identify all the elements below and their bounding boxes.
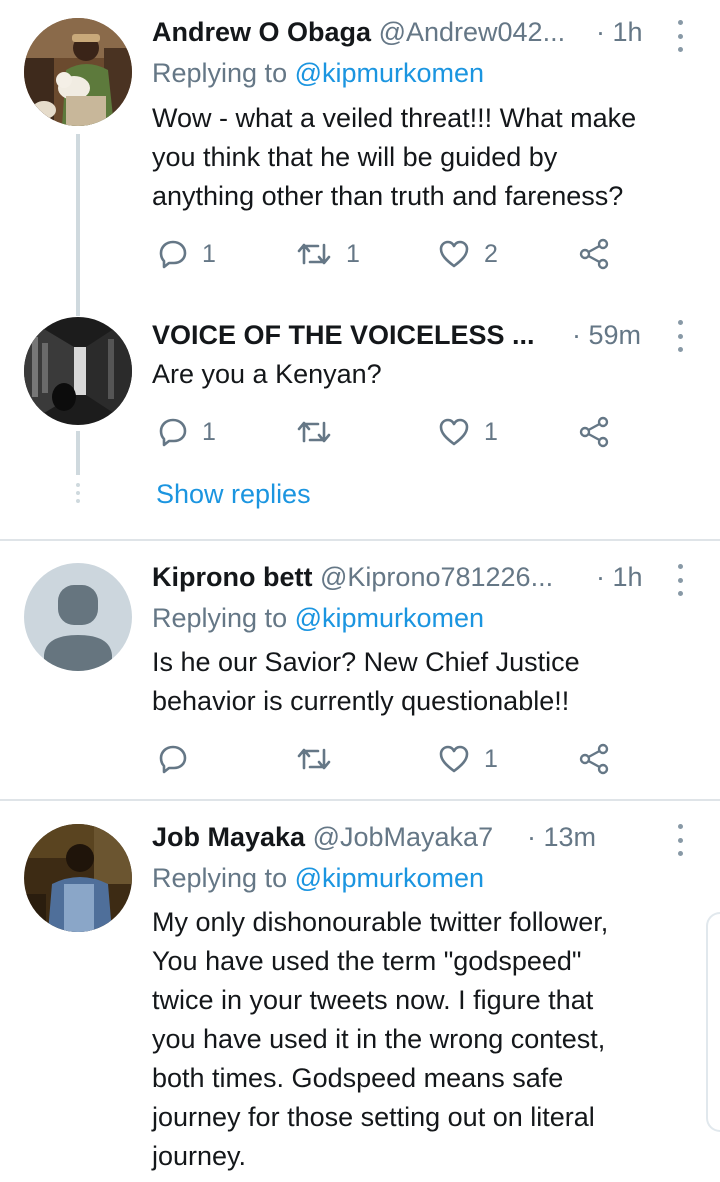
thread-line bbox=[76, 300, 80, 316]
like-count: 1 bbox=[484, 417, 498, 446]
thread-dot bbox=[76, 491, 80, 495]
reply-button[interactable] bbox=[158, 739, 202, 779]
share-button[interactable] bbox=[578, 739, 610, 779]
like-button[interactable]: 1 bbox=[438, 739, 498, 779]
retweet-icon bbox=[297, 748, 331, 770]
replying-to-label: Replying to bbox=[152, 58, 288, 88]
reply-icon bbox=[159, 745, 187, 774]
tweet-actions: 1 1 bbox=[152, 412, 632, 452]
like-count: 1 bbox=[484, 744, 498, 773]
tweet-actions: 1 1 2 bbox=[152, 234, 632, 274]
mention-link[interactable]: @kipmurkomen bbox=[295, 863, 484, 893]
tweet-time[interactable]: · 13m bbox=[527, 817, 596, 857]
reply-button[interactable]: 1 bbox=[158, 234, 216, 274]
thread-dot bbox=[76, 499, 80, 503]
show-replies-link[interactable]: Show replies bbox=[156, 474, 311, 514]
tweet-header: Kiprono bett @Kiprono781226... bbox=[152, 557, 582, 597]
like-count: 2 bbox=[484, 239, 498, 268]
tweet-header: Job Mayaka @JobMayaka7 bbox=[152, 817, 542, 857]
reply-icon bbox=[159, 418, 187, 447]
mention-link[interactable]: @kipmurkomen bbox=[295, 603, 484, 633]
thread-line bbox=[76, 431, 80, 475]
heart-icon bbox=[439, 240, 469, 268]
avatar[interactable] bbox=[24, 317, 132, 425]
author-handle[interactable]: @Andrew042... bbox=[379, 17, 566, 47]
share-icon bbox=[579, 416, 609, 448]
mention-link[interactable]: @kipmurkomen bbox=[295, 58, 484, 88]
replying-to: Replying to @kipmurkomen bbox=[152, 53, 484, 93]
author-name[interactable]: Andrew O Obaga bbox=[152, 17, 371, 47]
heart-icon bbox=[439, 418, 469, 446]
share-button[interactable] bbox=[578, 412, 610, 452]
more-vertical-icon[interactable] bbox=[674, 320, 686, 352]
author-name[interactable]: Kiprono bett bbox=[152, 562, 312, 592]
share-icon bbox=[579, 238, 609, 270]
replying-to-label: Replying to bbox=[152, 603, 288, 633]
tweet-text: Are you a Kenyan? bbox=[152, 359, 382, 389]
share-icon bbox=[579, 743, 609, 775]
heart-icon bbox=[439, 745, 469, 773]
thread-line bbox=[76, 134, 80, 312]
retweet-button[interactable]: 1 bbox=[296, 234, 360, 274]
reply-count: 1 bbox=[202, 417, 216, 446]
author-handle[interactable]: @Kiprono781226... bbox=[320, 562, 553, 592]
share-button[interactable] bbox=[578, 234, 610, 274]
reply-icon bbox=[159, 240, 187, 269]
floating-card-edge bbox=[706, 912, 720, 1132]
more-vertical-icon[interactable] bbox=[674, 564, 686, 596]
tweet-actions: 1 bbox=[152, 739, 632, 779]
tweet-time[interactable]: · 1h bbox=[596, 557, 643, 597]
tweet-time[interactable]: · 59m bbox=[572, 315, 641, 355]
tweet-text: Wow - what a veiled threat!!! What make … bbox=[152, 103, 637, 211]
like-button[interactable]: 1 bbox=[438, 412, 498, 452]
retweet-icon bbox=[297, 421, 331, 443]
more-vertical-icon[interactable] bbox=[674, 20, 686, 52]
author-handle[interactable]: @JobMayaka7 bbox=[313, 822, 494, 852]
more-vertical-icon[interactable] bbox=[674, 824, 686, 856]
tweet-kiprono[interactable]: Kiprono bett @Kiprono781226... · 1h Repl… bbox=[0, 541, 720, 799]
reply-count: 1 bbox=[202, 239, 216, 268]
retweet-button[interactable] bbox=[296, 412, 346, 452]
avatar[interactable] bbox=[24, 563, 132, 671]
tweet-voice-of-the-voiceless[interactable]: VOICE OF THE VOICELESS ... · 59m Are you… bbox=[0, 300, 720, 540]
tweet-header: Andrew O Obaga @Andrew042... bbox=[152, 12, 582, 52]
author-name[interactable]: VOICE OF THE VOICELESS ... bbox=[152, 320, 535, 350]
retweet-count: 1 bbox=[346, 239, 360, 268]
replying-to: Replying to @kipmurkomen bbox=[152, 598, 484, 638]
like-button[interactable]: 2 bbox=[438, 234, 498, 274]
retweet-icon bbox=[297, 243, 331, 265]
author-name[interactable]: Job Mayaka bbox=[152, 822, 305, 852]
thread-dot bbox=[76, 483, 80, 487]
avatar[interactable] bbox=[24, 824, 132, 932]
avatar[interactable] bbox=[24, 18, 132, 126]
reply-button[interactable]: 1 bbox=[158, 412, 216, 452]
retweet-button[interactable] bbox=[296, 739, 346, 779]
tweet-job-mayaka[interactable]: Job Mayaka @JobMayaka7 · 13m Replying to… bbox=[0, 801, 720, 1182]
replying-to-label: Replying to bbox=[152, 863, 288, 893]
tweet-time[interactable]: · 1h bbox=[596, 12, 643, 52]
replying-to: Replying to @kipmurkomen bbox=[152, 858, 484, 898]
tweet-text: Is he our Savior? New Chief Justice beha… bbox=[152, 647, 580, 716]
tweet-andrew[interactable]: Andrew O Obaga @Andrew042... · 1h Replyi… bbox=[0, 0, 720, 312]
tweet-text: My only dishonourable twitter follower, … bbox=[152, 907, 609, 1171]
tweet-header: VOICE OF THE VOICELESS ... bbox=[152, 315, 552, 355]
